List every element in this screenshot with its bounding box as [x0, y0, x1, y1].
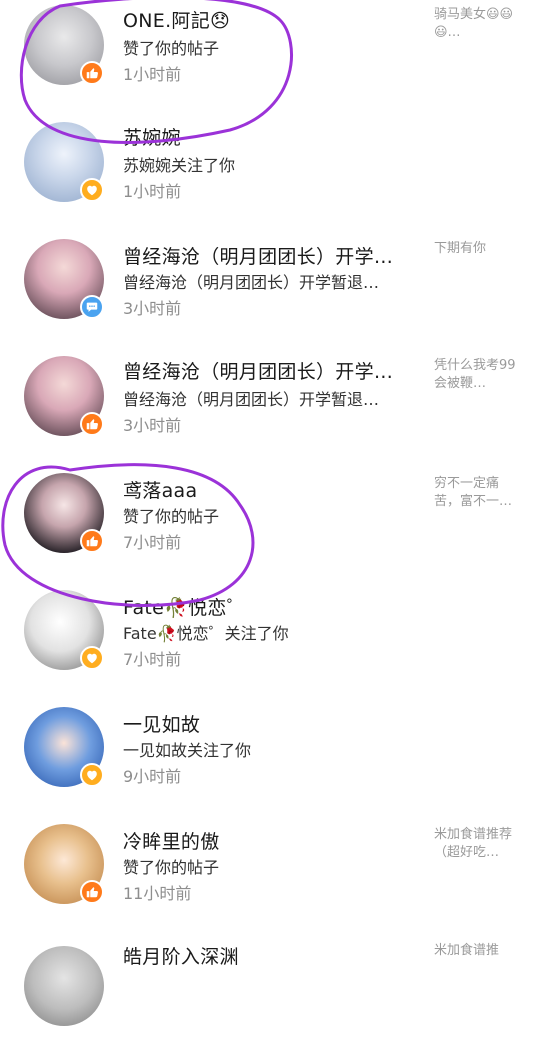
heart-icon	[87, 185, 97, 196]
user-name[interactable]: ONE.阿記😞	[123, 6, 418, 33]
notification-row[interactable]: 曾经海沧（明月团团长）开学… 曾经海沧（明月团团长）开学暂退… 3小时前 下期有…	[0, 234, 539, 351]
notification-action: 曾经海沧（明月团团长）开学暂退…	[123, 390, 380, 409]
thumbs-up-icon	[86, 536, 98, 547]
follow-badge	[80, 178, 104, 202]
post-preview[interactable]: 米加食谱推荐（超好吃…	[434, 826, 516, 882]
comment-badge	[80, 295, 104, 319]
heart-icon	[87, 770, 97, 781]
user-name[interactable]: Fate🥀悦恋゜	[123, 593, 418, 620]
notification-row[interactable]: 鸢落aaa 赞了你的帖子 7小时前 穷不一定痛苦，富不一…	[0, 468, 539, 585]
follow-badge	[80, 646, 104, 670]
post-preview[interactable]: 下期有你	[434, 240, 516, 260]
notification-action: 赞了你的帖子	[123, 858, 220, 877]
notification-time: 7小时前	[123, 533, 182, 552]
like-badge	[80, 529, 104, 553]
notification-action: 曾经海沧（明月团团长）开学暂退…	[123, 273, 380, 292]
avatar[interactable]	[24, 946, 104, 1026]
user-name[interactable]: 鸢落aaa	[123, 476, 418, 503]
notification-action: 赞了你的帖子	[123, 507, 220, 526]
user-name[interactable]: 冷眸里的傲	[123, 827, 418, 854]
comment-icon	[86, 302, 98, 312]
notification-action: Fate🥀悦恋゜关注了你	[123, 624, 289, 643]
follow-badge	[80, 763, 104, 787]
thumbs-up-icon	[86, 68, 98, 79]
thumbs-up-icon	[86, 419, 98, 430]
notification-time: 3小时前	[123, 416, 182, 435]
notification-row[interactable]: 苏婉婉 苏婉婉关注了你 1小时前	[0, 117, 539, 234]
notification-row[interactable]: ONE.阿記😞 赞了你的帖子 1小时前 骑马美女😃😃😃…	[0, 0, 539, 117]
user-name[interactable]: 一见如故	[123, 710, 418, 737]
notification-time: 1小时前	[123, 182, 182, 201]
like-badge	[80, 880, 104, 904]
user-name[interactable]: 曾经海沧（明月团团长）开学…	[123, 357, 418, 384]
post-preview[interactable]: 穷不一定痛苦，富不一…	[434, 475, 516, 531]
notification-time: 9小时前	[123, 767, 182, 786]
user-name[interactable]: 苏婉婉	[123, 123, 418, 150]
notification-action: 赞了你的帖子	[123, 39, 220, 58]
notification-time: 3小时前	[123, 299, 182, 318]
like-badge	[80, 412, 104, 436]
notification-time: 1小时前	[123, 65, 182, 84]
notification-action: 苏婉婉关注了你	[123, 156, 236, 175]
post-preview[interactable]: 凭什么我考99会被鞭…	[434, 357, 516, 395]
heart-icon	[87, 653, 97, 664]
notification-row[interactable]: 冷眸里的傲 赞了你的帖子 11小时前 米加食谱推荐（超好吃…	[0, 819, 539, 936]
notification-row[interactable]: 曾经海沧（明月团团长）开学… 曾经海沧（明月团团长）开学暂退… 3小时前 凭什么…	[0, 351, 539, 468]
notification-time: 7小时前	[123, 650, 182, 669]
thumbs-up-icon	[86, 887, 98, 898]
notification-row[interactable]: 一见如故 一见如故关注了你 9小时前	[0, 702, 539, 819]
notification-row[interactable]: 皓月阶入深渊 米加食谱推	[0, 936, 539, 1053]
user-name[interactable]: 曾经海沧（明月团团长）开学…	[123, 242, 418, 269]
post-preview[interactable]: 米加食谱推	[434, 942, 516, 963]
notification-action: 一见如故关注了你	[123, 741, 252, 760]
post-preview[interactable]: 骑马美女😃😃😃…	[434, 6, 516, 44]
notification-row[interactable]: Fate🥀悦恋゜ Fate🥀悦恋゜关注了你 7小时前	[0, 585, 539, 702]
notification-time: 11小时前	[123, 884, 192, 903]
user-name[interactable]: 皓月阶入深渊	[123, 942, 418, 969]
like-badge	[80, 61, 104, 85]
